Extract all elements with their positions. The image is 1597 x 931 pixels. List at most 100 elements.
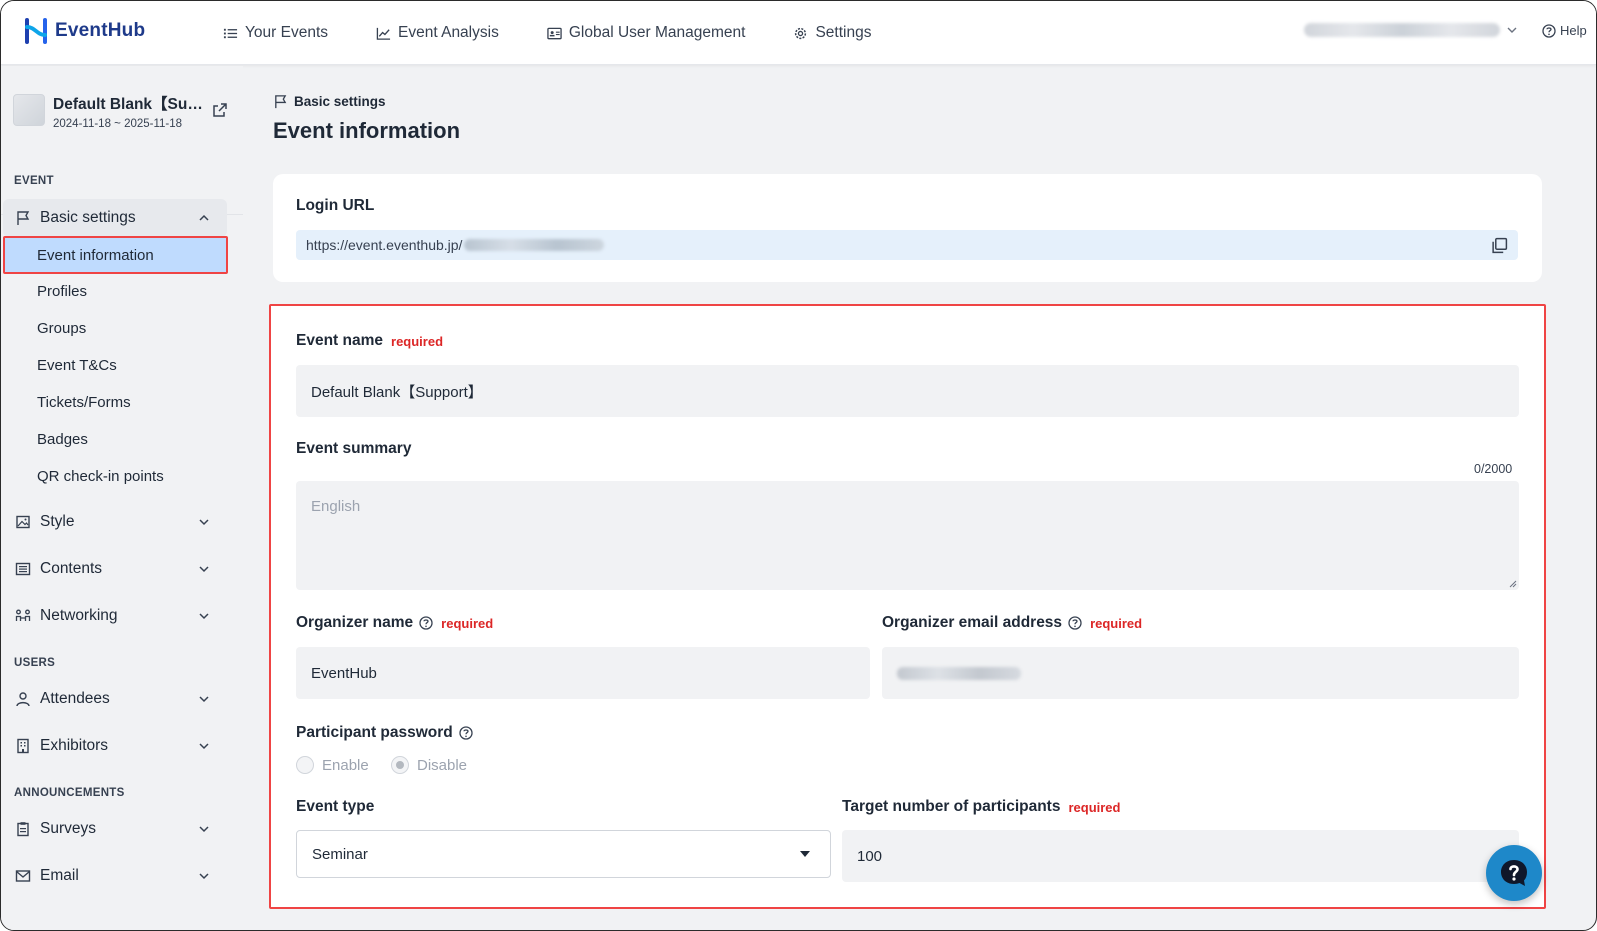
chevron-down-icon: [199, 826, 209, 833]
sidebar-item-event-tcs[interactable]: Event T&Cs: [37, 357, 117, 374]
chevron-down-icon: [199, 566, 209, 573]
app-window: EventHub Your Events Event Analysis Glob…: [0, 0, 1597, 931]
event-name-field[interactable]: Default Blank【Support】: [296, 365, 1519, 417]
chart-line-icon: [376, 27, 391, 40]
building-icon: [17, 738, 29, 754]
sidebar-item-qr-checkin-points[interactable]: QR check-in points: [37, 468, 164, 485]
user-icon: [16, 692, 30, 707]
sidebar-item-label: Style: [40, 513, 75, 530]
event-summary-placeholder: English: [311, 498, 361, 515]
list-box-icon: [15, 562, 31, 576]
current-event-card: Default Blank【Su… 2024-11-18 ~ 2025-11-1…: [13, 92, 241, 148]
login-url-field[interactable]: https://event.eventhub.jp/: [296, 230, 1518, 260]
target-participants-label: Target number of participants required: [842, 798, 1120, 816]
required-badge: required: [1090, 615, 1143, 631]
section-label-event: EVENT: [14, 175, 54, 187]
nav-your-events-label: Your Events: [245, 24, 329, 41]
question-circle-icon[interactable]: [419, 616, 433, 630]
organizer-name-field[interactable]: EventHub: [296, 647, 870, 699]
sidebar-item-label: Surveys: [40, 820, 96, 837]
sidebar-item-tickets-forms[interactable]: Tickets/Forms: [37, 394, 131, 411]
sidebar-item-label: Basic settings: [40, 209, 136, 226]
sidebar-item-email[interactable]: Email: [3, 857, 227, 895]
sidebar-item-label: Email: [40, 867, 79, 884]
external-link-icon[interactable]: [212, 102, 228, 118]
sidebar-item-label: Event information: [37, 247, 154, 264]
radio-button: [296, 756, 314, 774]
question-circle-icon[interactable]: [1068, 616, 1082, 630]
top-header: EventHub Your Events Event Analysis Glob…: [1, 1, 1596, 65]
nav-settings-label: Settings: [815, 24, 872, 41]
nav-global-user-management[interactable]: Global User Management: [547, 24, 745, 42]
help-chat-button[interactable]: [1486, 845, 1542, 901]
sidebar-item-exhibitors[interactable]: Exhibitors: [3, 727, 227, 765]
sidebar-item-contents[interactable]: Contents: [3, 550, 227, 588]
sidebar-item-profiles[interactable]: Profiles: [37, 283, 87, 300]
event-name-label-text: Event name: [296, 332, 384, 349]
gear-icon: [795, 27, 807, 39]
sidebar-item-badges[interactable]: Badges: [37, 431, 88, 448]
breadcrumb[interactable]: Basic settings: [273, 94, 386, 109]
event-summary-textarea[interactable]: English: [296, 481, 1519, 590]
list-icon: [223, 28, 238, 38]
sidebar-item-attendees[interactable]: Attendees: [3, 680, 227, 718]
nav-event-analysis[interactable]: Event Analysis: [376, 24, 499, 42]
breadcrumb-label: Basic settings: [294, 94, 386, 109]
required-badge: required: [1068, 799, 1121, 815]
organizer-email-redacted: [897, 666, 1021, 680]
user-menu[interactable]: [1304, 23, 1518, 37]
id-card-icon: [547, 27, 562, 39]
chevron-down-icon: [199, 696, 209, 703]
sidebar-item-groups[interactable]: Groups: [37, 320, 86, 337]
logo[interactable]: EventHub: [23, 17, 145, 45]
flag-icon: [275, 95, 287, 109]
event-dates: 2024-11-18 ~ 2025-11-18: [53, 118, 183, 130]
event-type-value: Seminar: [312, 845, 368, 863]
question-circle-icon[interactable]: [459, 726, 473, 740]
resize-handle-icon[interactable]: [1509, 580, 1517, 588]
radio-disable[interactable]: Disable: [391, 756, 467, 774]
help-link[interactable]: Help: [1542, 23, 1587, 38]
event-name-value: Default Blank【Support】: [311, 383, 483, 401]
app-name: EventHub: [55, 20, 146, 41]
organizer-email-field[interactable]: [882, 647, 1519, 699]
nav-settings[interactable]: Settings: [793, 24, 871, 42]
event-type-select[interactable]: Seminar: [296, 830, 831, 878]
nav-your-events[interactable]: Your Events: [223, 24, 328, 42]
copy-icon[interactable]: [1491, 237, 1508, 254]
organizer-email-label: Organizer email address required: [882, 614, 1142, 632]
chevron-down-icon: [199, 873, 209, 880]
sidebar-item-event-information[interactable]: Event information: [3, 236, 228, 274]
sidebar-item-label: Contents: [40, 560, 103, 577]
question-circle-icon: [1542, 23, 1556, 38]
login-url-redacted: [464, 239, 605, 251]
target-participants-label-text: Target number of participants: [842, 798, 1061, 815]
participant-password-label-text: Participant password: [296, 724, 453, 741]
image-icon: [16, 515, 30, 529]
target-participants-value: 100: [857, 847, 883, 865]
section-label-announcements: ANNOUNCEMENTS: [14, 787, 125, 799]
eventhub-logo-icon: [25, 18, 47, 44]
radio-enable[interactable]: Enable: [296, 756, 369, 774]
sidebar-item-basic-settings[interactable]: Basic settings: [3, 199, 227, 237]
participant-password-label: Participant password: [296, 724, 473, 742]
required-badge: required: [441, 615, 494, 631]
radio-enable-label: Enable: [322, 756, 369, 774]
sidebar-item-label: Attendees: [40, 690, 110, 707]
organizer-name-label-text: Organizer name: [296, 614, 414, 631]
sidebar-item-label: Exhibitors: [40, 737, 109, 754]
chevron-down-icon: [1507, 27, 1517, 33]
event-info-form: Event name required Default Blank【Suppor…: [269, 304, 1546, 909]
sidebar-item-surveys[interactable]: Surveys: [3, 810, 227, 848]
nav-event-analysis-label: Event Analysis: [398, 24, 499, 41]
page-title: Event information: [273, 118, 461, 143]
target-participants-field[interactable]: 100: [842, 830, 1519, 882]
organizer-email-label-text: Organizer email address: [882, 614, 1063, 631]
section-label-users: USERS: [14, 657, 56, 669]
event-name-label: Event name required: [296, 332, 443, 350]
chevron-up-icon: [199, 214, 209, 221]
organizer-name-label: Organizer name required: [296, 614, 493, 632]
login-url-label: Login URL: [296, 197, 375, 214]
sidebar-item-networking[interactable]: Networking: [3, 597, 227, 635]
sidebar-item-style[interactable]: Style: [3, 503, 227, 541]
